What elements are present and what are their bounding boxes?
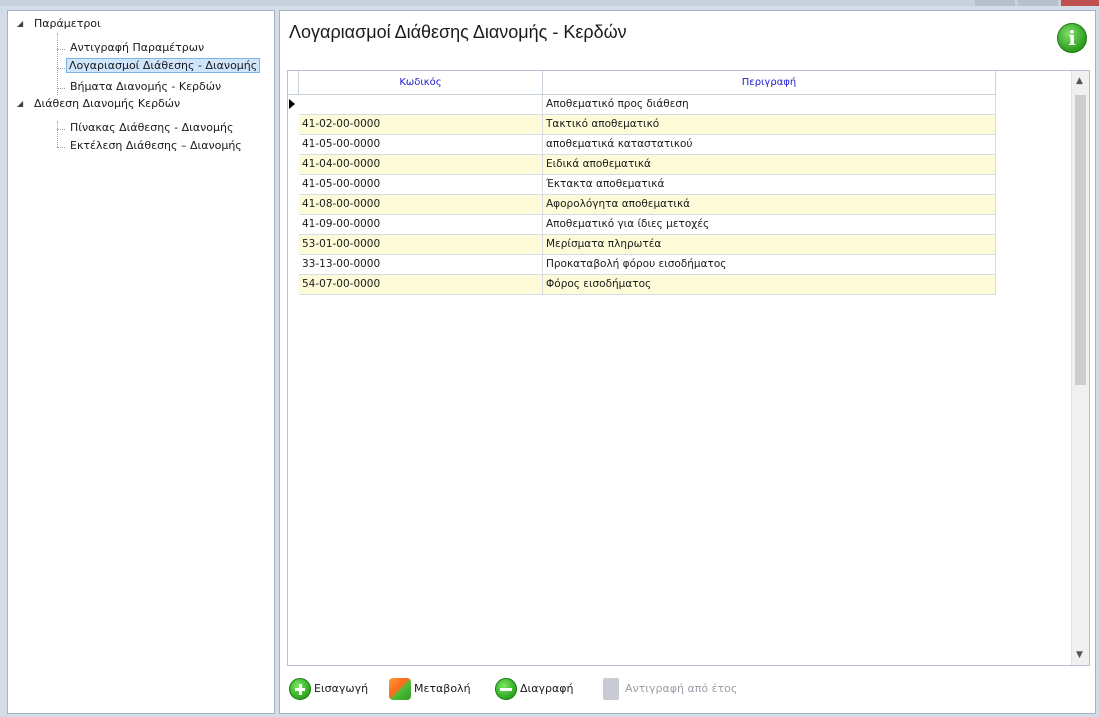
tree-connector: [57, 121, 58, 147]
cell-description[interactable]: Αποθεματικό προς διάθεση: [543, 95, 996, 115]
window-close-button[interactable]: [1061, 0, 1099, 6]
tree-item-distribution-accounts[interactable]: Λογαριασμοί Διάθεσης - Διανομής: [66, 58, 261, 73]
collapse-triangle-icon[interactable]: ◢: [17, 97, 23, 111]
current-row-arrow-icon: [289, 99, 295, 109]
tree-item-run-distribution[interactable]: Εκτέλεση Διάθεσης – Διανομής: [67, 139, 245, 153]
cell-description[interactable]: αποθεματικά καταστατικού: [543, 135, 996, 155]
tree-item-profit-distribution[interactable]: ◢ Διάθεση Διανομής Κερδών: [17, 97, 183, 111]
row-header-corner: [288, 71, 299, 95]
table-row[interactable]: 41-05-00-0000 Έκτακτα αποθεματικά: [299, 175, 996, 195]
delete-button[interactable]: Διαγραφή: [495, 675, 599, 703]
tree-item-copy-parameters[interactable]: Αντιγραφή Παραμέτρων: [67, 41, 207, 55]
page-title: Λογαριασμοί Διάθεσης Διανομής - Κερδών: [289, 22, 627, 42]
row-selector[interactable]: [288, 115, 299, 135]
row-selector[interactable]: [288, 255, 299, 275]
cell-code[interactable]: 41-09-00-0000: [299, 215, 543, 235]
edit-label: Μεταβολή: [414, 682, 471, 695]
table-row[interactable]: 41-02-00-0000 Τακτικό αποθεματικό: [299, 115, 996, 135]
tree-item-distribution-steps[interactable]: Βήματα Διανομής - Κερδών: [67, 80, 224, 94]
row-selector[interactable]: [288, 235, 299, 255]
table-row[interactable]: 41-09-00-0000 Αποθεματικό για ίδιες μετοχ…: [299, 215, 996, 235]
cell-description[interactable]: Φόρος εισοδήματος: [543, 275, 996, 295]
row-selector[interactable]: [288, 275, 299, 295]
navigation-tree: ◢ Παράμετροι Αντιγραφή Παραμέτρων Λογαρι…: [7, 10, 275, 714]
row-selector[interactable]: [288, 195, 299, 215]
row-selector[interactable]: [288, 135, 299, 155]
tree-connector: [57, 68, 65, 69]
tree-connector: [57, 88, 65, 89]
add-icon: [289, 678, 311, 700]
cell-code[interactable]: 41-05-00-0000: [299, 135, 543, 155]
vertical-scrollbar[interactable]: ▲ ▼: [1071, 71, 1089, 665]
column-header-description[interactable]: Περιγραφή: [543, 71, 996, 95]
scroll-down-arrow-icon[interactable]: ▼: [1076, 650, 1083, 660]
tree-item-label: Πίνακας Διάθεσης - Διανομής: [70, 121, 234, 134]
delete-label: Διαγραφή: [520, 682, 574, 695]
collapse-triangle-icon[interactable]: ◢: [17, 17, 23, 31]
tree-connector: [57, 49, 65, 50]
table-row[interactable]: 33-13-00-0000 Προκαταβολή φόρου εισοδήματ…: [299, 255, 996, 275]
copy-from-year-label: Αντιγραφή από έτος: [625, 682, 738, 695]
accounts-grid: Κωδικός Περιγραφή Αποθεματικό προς διάθε…: [287, 70, 1090, 666]
cell-description[interactable]: Ειδικά αποθεματικά: [543, 155, 996, 175]
scroll-up-arrow-icon[interactable]: ▲: [1076, 76, 1083, 86]
column-header-code[interactable]: Κωδικός: [299, 71, 543, 95]
tree-item-distribution-table[interactable]: Πίνακας Διάθεσης - Διανομής: [67, 121, 236, 135]
tree-item-label: Παράμετροι: [34, 17, 101, 30]
row-selector[interactable]: [288, 95, 299, 115]
tree-connector: [57, 129, 65, 130]
content-panel: Λογαριασμοί Διάθεσης Διανομής - Κερδών i…: [279, 10, 1096, 714]
tree-connector: [57, 147, 65, 148]
cell-code[interactable]: 54-07-00-0000: [299, 275, 543, 295]
tree-item-label: Λογαριασμοί Διάθεσης - Διανομής: [66, 58, 261, 73]
cell-code[interactable]: 53-01-00-0000: [299, 235, 543, 255]
tree-connector: [57, 33, 58, 95]
row-selector[interactable]: [288, 175, 299, 195]
table-row[interactable]: 41-05-00-0000 αποθεματικά καταστατικού: [299, 135, 996, 155]
row-selector[interactable]: [288, 155, 299, 175]
copy-icon: [603, 678, 619, 700]
cell-code[interactable]: 41-04-00-0000: [299, 155, 543, 175]
window-button[interactable]: [1018, 0, 1058, 6]
cell-description[interactable]: Αποθεματικό για ίδιες μετοχές: [543, 215, 996, 235]
add-button[interactable]: Εισαγωγή: [289, 675, 389, 703]
table-row[interactable]: Αποθεματικό προς διάθεση: [299, 95, 996, 115]
cell-description[interactable]: Αφορολόγητα αποθεματικά: [543, 195, 996, 215]
cell-code[interactable]: 41-08-00-0000: [299, 195, 543, 215]
cell-description[interactable]: Έκτακτα αποθεματικά: [543, 175, 996, 195]
table-row[interactable]: 41-04-00-0000 Ειδικά αποθεματικά: [299, 155, 996, 175]
tree-item-label: Αντιγραφή Παραμέτρων: [70, 41, 205, 54]
table-row[interactable]: 53-01-00-0000 Μερίσματα πληρωτέα: [299, 235, 996, 255]
table-row[interactable]: 41-08-00-0000 Αφορολόγητα αποθεματικά: [299, 195, 996, 215]
table-row[interactable]: 54-07-00-0000 Φόρος εισοδήματος: [299, 275, 996, 295]
edit-icon: [389, 678, 411, 700]
tree-item-label: Βήματα Διανομής - Κερδών: [70, 80, 222, 93]
delete-icon: [495, 678, 517, 700]
add-label: Εισαγωγή: [314, 682, 369, 695]
cell-code[interactable]: 33-13-00-0000: [299, 255, 543, 275]
cell-code[interactable]: [299, 95, 543, 115]
tree-item-label: Διάθεση Διανομής Κερδών: [34, 97, 181, 110]
scroll-thumb[interactable]: [1075, 95, 1086, 385]
tree-item-label: Εκτέλεση Διάθεσης – Διανομής: [70, 139, 242, 152]
cell-code[interactable]: 41-02-00-0000: [299, 115, 543, 135]
copy-from-year-button[interactable]: Αντιγραφή από έτος: [600, 675, 770, 703]
cell-description[interactable]: Προκαταβολή φόρου εισοδήματος: [543, 255, 996, 275]
row-selector[interactable]: [288, 215, 299, 235]
cell-code[interactable]: 41-05-00-0000: [299, 175, 543, 195]
tree-item-parameters[interactable]: ◢ Παράμετροι: [17, 17, 104, 31]
edit-button[interactable]: Μεταβολή: [389, 675, 497, 703]
window-button[interactable]: [975, 0, 1015, 6]
cell-description[interactable]: Μερίσματα πληρωτέα: [543, 235, 996, 255]
window-top-edge: [0, 0, 1099, 6]
info-icon[interactable]: i: [1057, 23, 1087, 53]
cell-description[interactable]: Τακτικό αποθεματικό: [543, 115, 996, 135]
